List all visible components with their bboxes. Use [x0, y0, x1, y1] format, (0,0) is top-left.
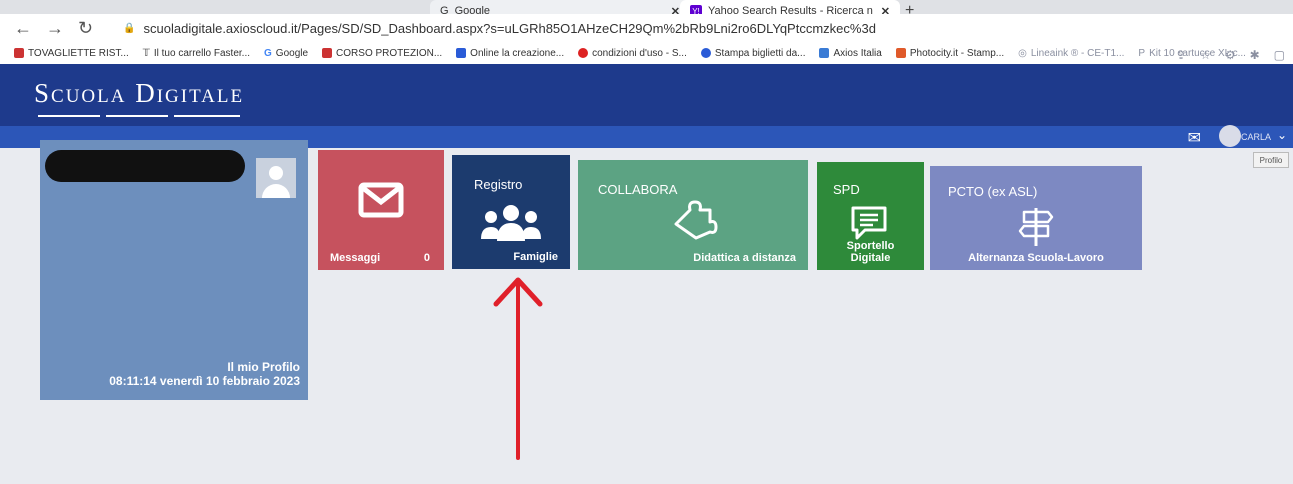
puzzle-icon — [674, 200, 718, 240]
logo[interactable]: Scuola Digitale — [34, 78, 244, 109]
user-name[interactable]: CARLA — [1241, 132, 1271, 142]
user-avatar-icon — [256, 158, 296, 198]
bookmark[interactable]: Photocity.it - Stamp... — [895, 48, 1004, 59]
bookmark[interactable]: Axios Italia — [819, 48, 882, 59]
bookmark[interactable]: G Google — [264, 48, 308, 59]
bookmark-icon: P — [1138, 47, 1146, 59]
bookmark-icon: 𝕋 — [142, 47, 150, 59]
bookmark[interactable]: Online la creazione... — [456, 48, 564, 59]
tile-messaggi[interactable]: Messaggi 0 — [318, 150, 444, 270]
redacted-name — [45, 150, 245, 182]
signpost-icon — [1018, 208, 1054, 246]
bookmark[interactable]: condizioni d'uso - S... — [578, 48, 687, 59]
url-text: scuoladigitale.axioscloud.it/Pages/SD/SD… — [143, 20, 876, 36]
lock-icon: 🔒 — [123, 22, 136, 34]
logo-underline — [174, 115, 240, 117]
avatar-head — [269, 166, 283, 180]
reload-icon[interactable]: ↻ — [78, 18, 93, 39]
bookmark[interactable]: 𝕋 Il tuo carrello Faster... — [143, 48, 250, 59]
chevron-down-icon[interactable]: ⌄ — [1277, 128, 1287, 142]
tile-label: Messaggi — [330, 252, 381, 264]
tooltip: Profilo — [1253, 152, 1289, 168]
bookmark-icon — [578, 48, 589, 58]
red-arrow-annotation — [493, 277, 543, 460]
tile-collabora[interactable]: COLLABORA Didattica a distanza — [578, 160, 808, 270]
puzzle-icon[interactable]: ✱ — [1250, 48, 1260, 62]
bookmark-icon — [895, 48, 906, 58]
tile-label: Digitale — [850, 252, 891, 264]
message-count: 0 — [423, 252, 430, 264]
tile-label: Sportello — [846, 240, 895, 252]
share-icon[interactable]: ⇪ — [1176, 48, 1186, 62]
extension-icon[interactable]: ⚙ — [1225, 48, 1236, 62]
globe-icon: ◎ — [1018, 47, 1027, 59]
app-header: Scuola Digitale — [0, 64, 1293, 126]
bookmark-icon — [456, 48, 467, 58]
bookmark[interactable]: TOVAGLIETTE RIST... — [14, 48, 129, 59]
url-field[interactable]: 🔒 scuoladigitale.axioscloud.it/Pages/SD/… — [123, 21, 876, 36]
tile-label: Alternanza Scuola-Lavoro — [968, 252, 1104, 264]
bookmark-icon — [322, 48, 333, 58]
sidebar-icon[interactable]: ▢ — [1274, 48, 1285, 62]
envelope-icon — [358, 182, 404, 218]
tile-title: PCTO (ex ASL) — [948, 184, 1038, 199]
profile-datetime: 08:11:14 venerdì 10 febbraio 2023 — [109, 374, 300, 388]
profile-label: Il mio Profilo — [227, 360, 300, 374]
envelope-icon[interactable]: ✉ — [1188, 128, 1201, 148]
address-bar: ← → ↻ 🔒 scuoladigitale.axioscloud.it/Pag… — [0, 14, 1293, 42]
bookmark[interactable]: ◎ Lineaink ® - CE-T1... — [1018, 48, 1124, 59]
bookmarks-bar: TOVAGLIETTE RIST... 𝕋 Il tuo carrello Fas… — [0, 42, 1293, 64]
back-icon[interactable]: ← — [14, 18, 32, 39]
bookmark-icon — [700, 48, 711, 58]
tile-title: SPD — [833, 182, 860, 197]
tile-title: COLLABORA — [598, 182, 678, 197]
bookmark[interactable]: CORSO PROTEZION... — [322, 48, 442, 59]
star-icon[interactable]: ☆ — [1200, 48, 1211, 62]
avatar-body — [262, 184, 290, 198]
logo-underline — [106, 115, 168, 117]
tile-label: Didattica a distanza — [693, 252, 796, 264]
bookmark[interactable]: Stampa biglietti da... — [700, 48, 805, 59]
tile-pcto[interactable]: PCTO (ex ASL) Alternanza Scuola-Lavoro — [930, 166, 1142, 270]
google-icon: G — [264, 47, 272, 59]
bookmark-icon — [819, 48, 830, 58]
chat-icon — [851, 206, 887, 240]
forward-icon[interactable]: → — [46, 18, 64, 39]
tile-label: Famiglie — [513, 251, 558, 263]
tile-title: Registro — [474, 177, 523, 192]
tile-registro-famiglie[interactable]: Registro Famiglie — [452, 155, 570, 269]
avatar[interactable] — [1219, 125, 1241, 147]
bookmark-icon — [14, 48, 24, 58]
browser-toolbar-icons: ⇪ ☆ ⚙ ✱ ▢ — [1176, 48, 1285, 62]
logo-underline — [38, 115, 100, 117]
tile-spd[interactable]: SPD Sportello Digitale — [817, 162, 924, 270]
users-icon — [481, 205, 541, 241]
